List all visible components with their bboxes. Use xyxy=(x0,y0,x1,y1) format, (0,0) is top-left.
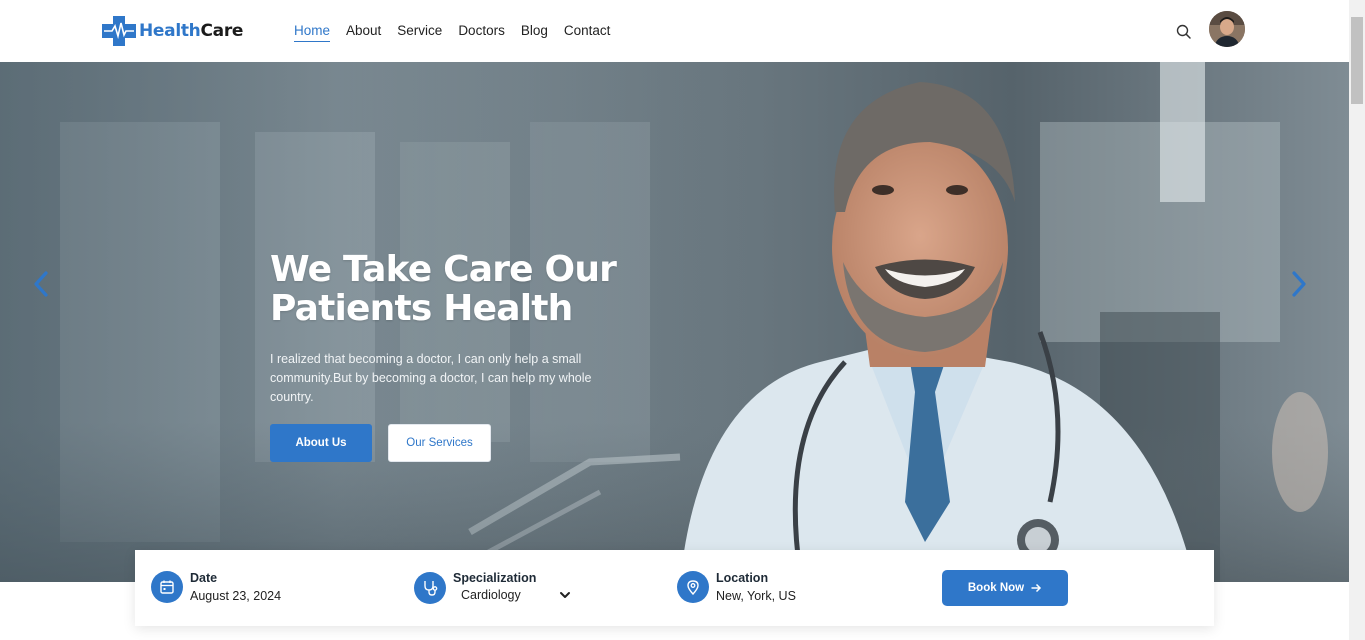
hero-title: We Take Care Our Patients Health xyxy=(270,250,650,328)
book-now-label: Book Now xyxy=(967,582,1025,594)
next-slide-arrow-icon[interactable] xyxy=(1288,269,1310,299)
avatar-image xyxy=(1209,11,1245,47)
logo[interactable]: HealthCare xyxy=(101,15,243,47)
book-now-button[interactable]: Book Now xyxy=(942,570,1068,606)
site-header: HealthCare Home About Service Doctors Bl… xyxy=(0,0,1349,62)
scrollbar-thumb[interactable] xyxy=(1351,17,1363,104)
booking-specialization[interactable]: Specialization Cardiology xyxy=(414,568,571,604)
location-pin-icon xyxy=(677,571,709,603)
hero-slider: We Take Care Our Patients Health I reali… xyxy=(0,62,1349,582)
hero-content: We Take Care Our Patients Health I reali… xyxy=(270,250,650,462)
booking-date[interactable]: Date August 23, 2024 xyxy=(151,571,281,603)
calendar-icon xyxy=(151,571,183,603)
medical-cross-icon xyxy=(102,16,136,46)
date-value[interactable]: August 23, 2024 xyxy=(190,589,281,603)
nav-home[interactable]: Home xyxy=(294,23,331,42)
specialization-value: Cardiology xyxy=(461,587,521,602)
user-avatar[interactable] xyxy=(1209,11,1245,47)
our-services-button[interactable]: Our Services xyxy=(388,424,491,462)
date-label: Date xyxy=(190,571,218,585)
specialization-select[interactable]: Cardiology xyxy=(453,588,571,602)
about-us-button[interactable]: About Us xyxy=(270,424,372,462)
booking-location[interactable]: Location New, York, US xyxy=(677,571,796,603)
nav-blog[interactable]: Blog xyxy=(521,23,548,42)
stethoscope-icon xyxy=(414,572,446,604)
specialization-label: Specialization xyxy=(453,570,537,585)
arrow-right-icon xyxy=(1031,583,1042,593)
hero-description: I realized that becoming a doctor, I can… xyxy=(270,352,592,404)
brand-name: HealthCare xyxy=(139,21,244,41)
nav-contact[interactable]: Contact xyxy=(564,23,611,42)
appointment-booking-bar: Date August 23, 2024 Specialization Card… xyxy=(135,550,1214,626)
hero-background-image xyxy=(0,62,1349,582)
hero-buttons: About Us Our Services xyxy=(270,424,650,462)
nav-service[interactable]: Service xyxy=(397,23,442,42)
location-label: Location xyxy=(716,571,769,585)
main-nav: Home About Service Doctors Blog Contact xyxy=(294,23,626,42)
previous-slide-arrow-icon[interactable] xyxy=(30,269,52,299)
hero-title-line-1: We Take Care Our xyxy=(270,249,617,290)
nav-doctors[interactable]: Doctors xyxy=(458,23,505,42)
search-icon[interactable] xyxy=(1175,23,1193,41)
chevron-down-icon xyxy=(560,591,570,598)
location-value[interactable]: New, York, US xyxy=(716,589,796,603)
hero-title-line-2: Patients Health xyxy=(270,288,573,329)
nav-about[interactable]: About xyxy=(346,23,381,42)
